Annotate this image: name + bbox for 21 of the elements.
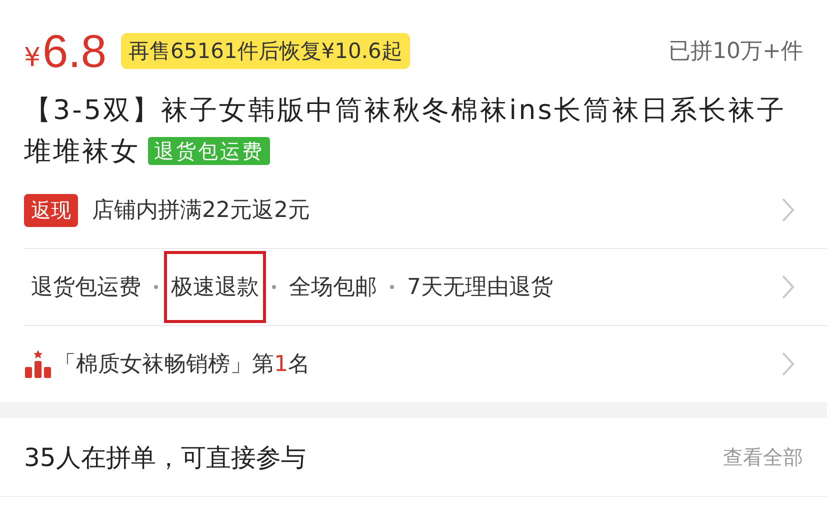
return-shipping-tag: 退货包运费 — [148, 137, 270, 165]
promo-text[interactable]: 店铺内拼满22元返2元 — [92, 195, 310, 225]
service-label: 极速退款 — [164, 251, 266, 323]
cashback-badge: 返现 — [24, 194, 78, 226]
sold-count: 已拼10万+件 — [668, 38, 803, 66]
chevron-right-icon[interactable] — [781, 351, 795, 377]
currency-symbol: ¥ — [24, 43, 41, 73]
service-label: 全场包邮 — [288, 274, 378, 302]
group-buy-text: 35人在拼单，可直接参与 — [24, 442, 306, 474]
service-label: 7天无理由退货 — [406, 274, 554, 302]
price: 6.8 — [42, 24, 106, 78]
product-title: 【3-5双】袜子女韩版中筒袜秋冬棉袜ins长筒袜日系长袜子堆堆袜女 退货包运费 — [23, 94, 787, 169]
separator-dot — [154, 285, 158, 289]
service-label: 退货包运费 — [30, 274, 142, 302]
ranking-text[interactable]: 「棉质女袜畅销榜」第1名 — [54, 349, 310, 379]
separator-dot — [272, 285, 276, 289]
separator-dot — [390, 285, 394, 289]
promo-tag: 再售65161件后恢复¥10.6起 — [120, 33, 410, 69]
chevron-right-icon[interactable] — [781, 274, 795, 300]
chevron-right-icon[interactable] — [781, 197, 795, 223]
ranking-icon — [24, 350, 52, 378]
